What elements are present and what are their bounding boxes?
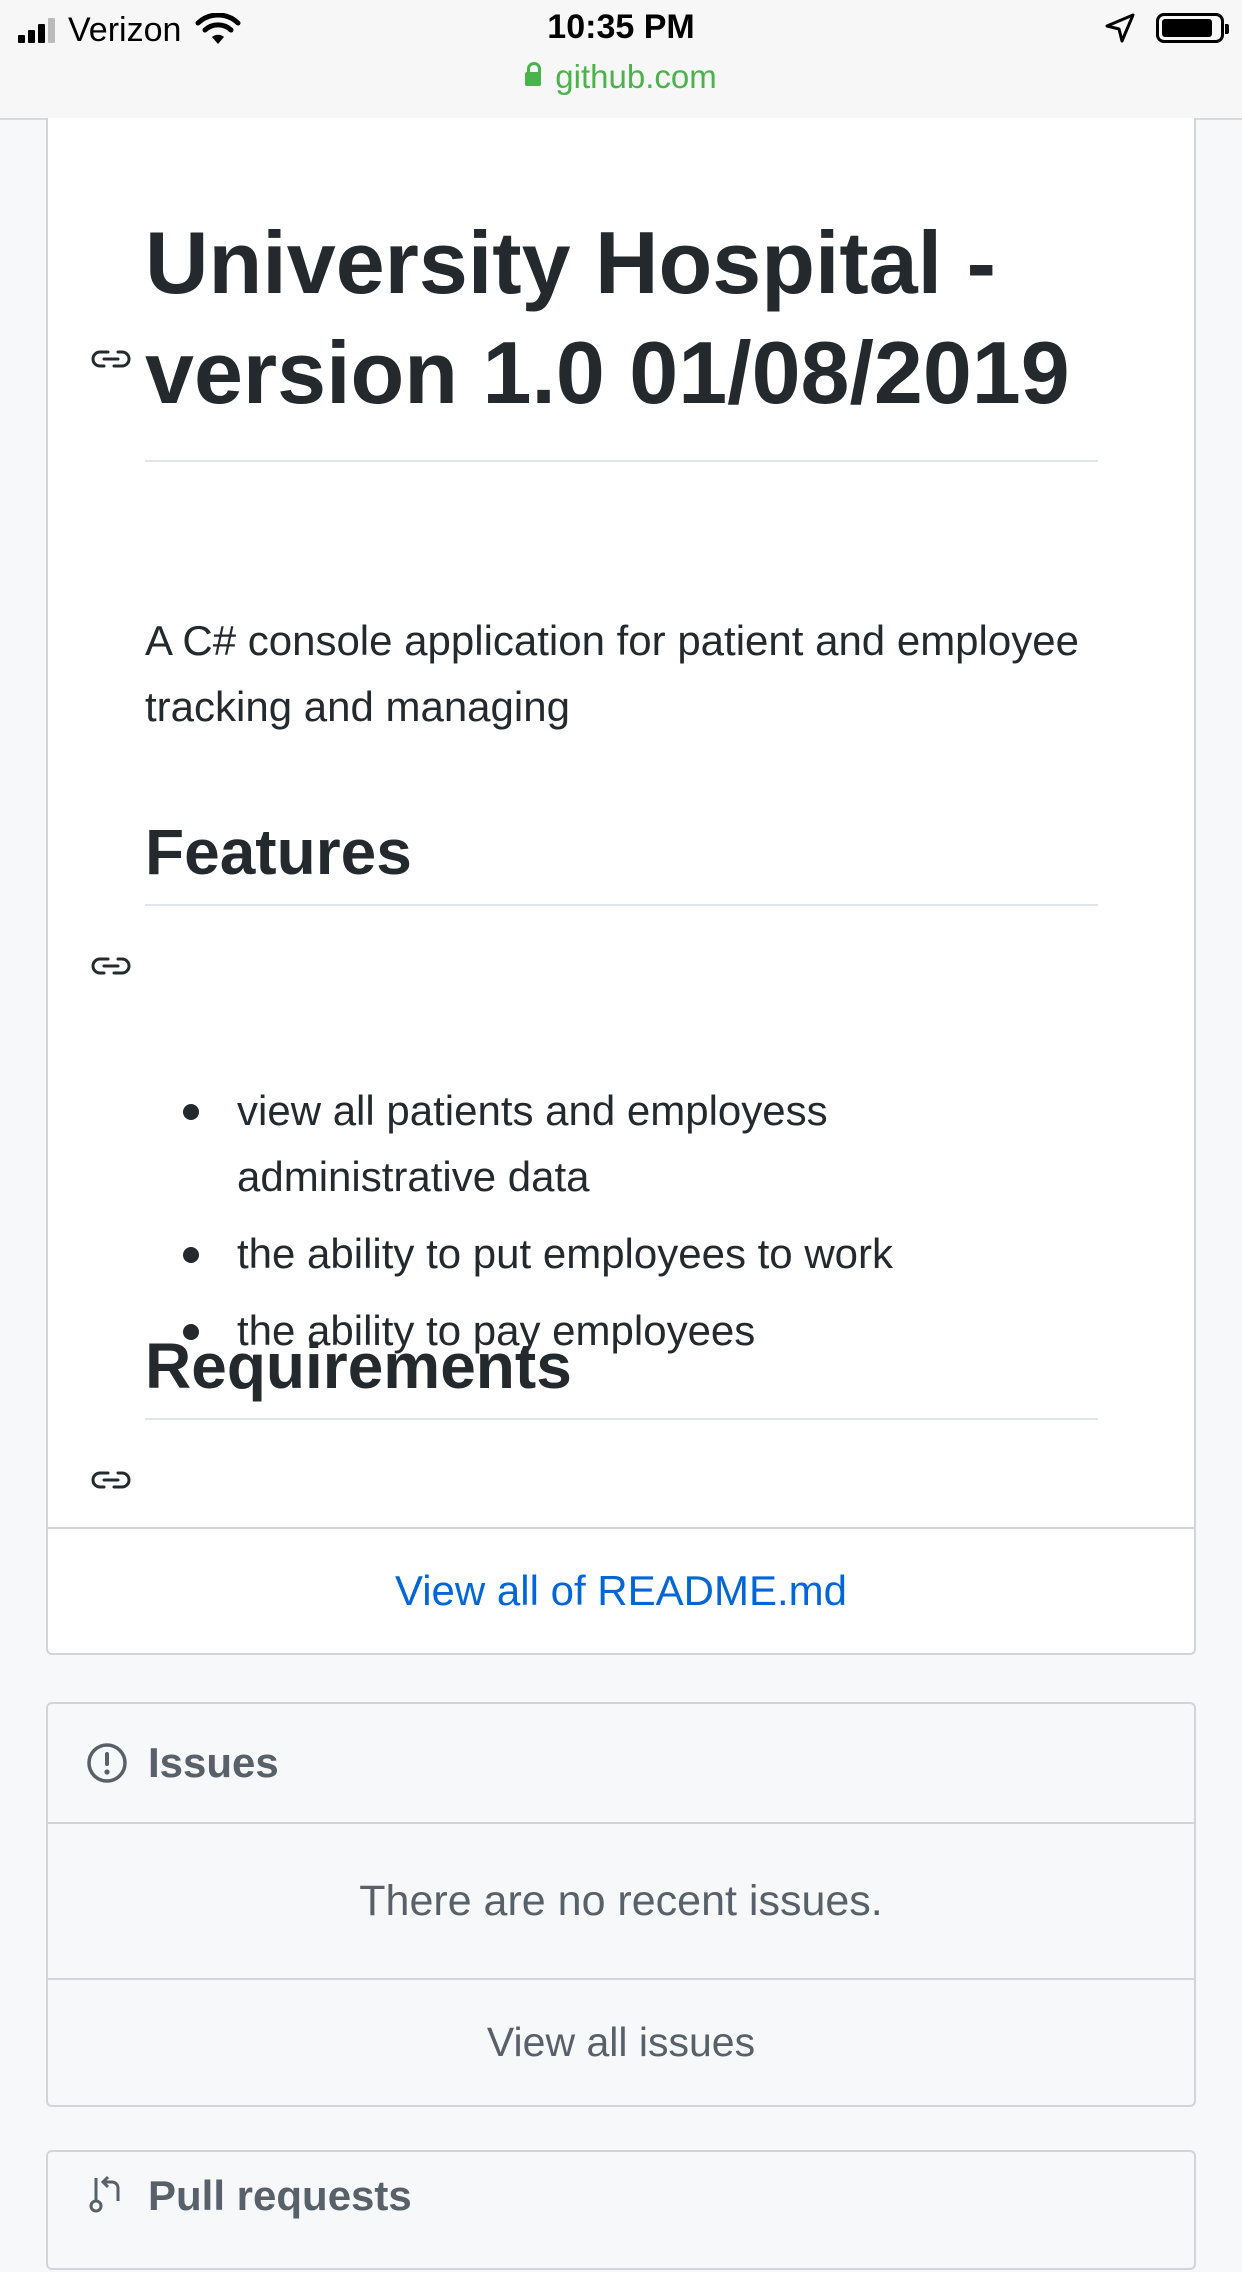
location-arrow-icon [1105, 13, 1135, 43]
battery-icon [1156, 13, 1229, 43]
pull-requests-title[interactable]: Pull requests [148, 2172, 412, 2220]
link-anchor-icon[interactable] [88, 344, 134, 374]
address-bar[interactable]: github.com [0, 58, 1242, 96]
readme-card: University Hospital - version 1.0 01/08/… [46, 118, 1196, 1655]
status-right [1104, 12, 1229, 44]
view-readme-link[interactable]: View all of README.md [395, 1567, 847, 1615]
readme-body: University Hospital - version 1.0 01/08/… [48, 118, 1194, 1527]
link-anchor-icon[interactable] [88, 951, 134, 981]
issues-header: Issues [48, 1704, 1194, 1824]
issues-title: Issues [148, 1739, 279, 1786]
battery-level [1162, 19, 1213, 37]
pull-requests-header: Pull requests [48, 2152, 1194, 2272]
readme-title: University Hospital - version 1.0 01/08/… [145, 208, 1098, 462]
view-all-issues-link[interactable]: View all issues [48, 1980, 1194, 2105]
features-heading: Features [145, 810, 1098, 906]
pull-requests-card: Pull requests [46, 2150, 1196, 2270]
requirements-heading: Requirements [145, 1324, 1098, 1420]
issues-card: Issues There are no recent issues. View … [46, 1702, 1196, 2107]
link-anchor-icon[interactable] [88, 1465, 134, 1495]
list-item: the ability to put employees to work [145, 1221, 1098, 1287]
issue-opened-icon [87, 1743, 127, 1783]
clock: 10:35 PM [547, 8, 695, 46]
status-bar: Verizon 10:35 PM github.com [0, 0, 1242, 120]
readme-description: A C# console application for patient and… [145, 617, 1079, 730]
lock-icon [525, 62, 542, 86]
issues-empty-message: There are no recent issues. [48, 1824, 1194, 1980]
list-item: view all patients and employess administ… [145, 1078, 1098, 1210]
readme-footer: View all of README.md [48, 1527, 1194, 1653]
url-text: github.com [555, 58, 717, 95]
